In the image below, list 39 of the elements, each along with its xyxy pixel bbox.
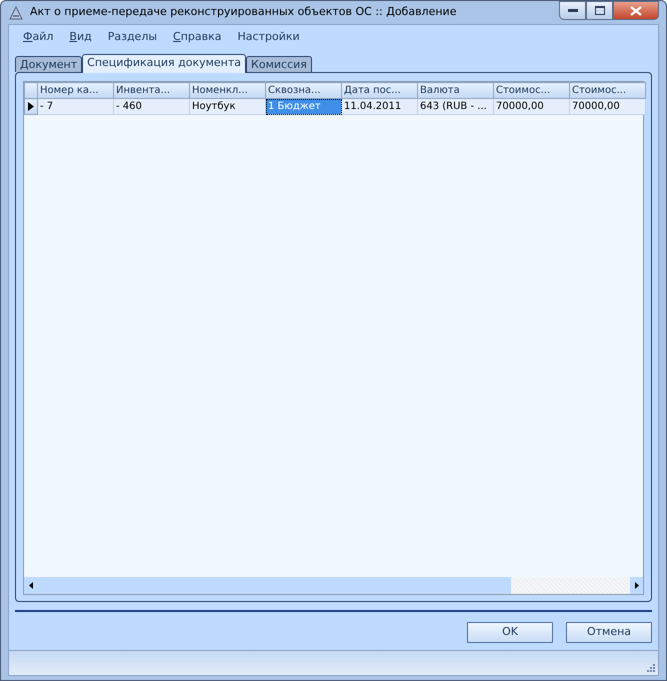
- table-cell: 11.04.2011: [342, 98, 418, 114]
- left-arrow-icon: [28, 582, 32, 589]
- app-icon: [8, 4, 24, 20]
- column-header[interactable]: Номер ка...: [38, 82, 114, 98]
- table-cell: 70000,00: [494, 98, 570, 114]
- maximize-icon: [594, 6, 604, 15]
- column-header[interactable]: Номенкл...: [190, 82, 266, 98]
- menu-item[interactable]: Настройки: [230, 29, 308, 49]
- table-cell: Ноутбук: [190, 98, 266, 114]
- maximize-button[interactable]: [586, 1, 613, 20]
- tab[interactable]: Комиссия: [246, 56, 312, 72]
- tab[interactable]: Документ: [15, 56, 82, 72]
- resize-grip-icon: [646, 663, 655, 672]
- column-header[interactable]: Инвента...: [114, 82, 190, 98]
- row-header[interactable]: [24, 98, 38, 114]
- table-cell: 70000,00: [570, 98, 646, 114]
- table-cell: 643 (RUB - ...: [418, 98, 494, 114]
- row-header-corner: [24, 82, 38, 98]
- column-header[interactable]: Валюта: [418, 82, 494, 98]
- column-header[interactable]: Стоимос...: [570, 82, 646, 98]
- menu-item[interactable]: Файл: [15, 29, 62, 49]
- window-title: Акт о приеме-передаче реконструированных объектов ОС :: Добавление: [30, 4, 456, 20]
- close-icon: [630, 6, 642, 16]
- menu-item[interactable]: Вид: [61, 29, 100, 49]
- column-header[interactable]: Сквозна...: [266, 82, 342, 98]
- close-button[interactable]: [613, 1, 659, 20]
- minimize-icon: [568, 9, 578, 12]
- dialog-button[interactable]: OK: [467, 622, 553, 643]
- column-header[interactable]: Дата пос...: [342, 82, 418, 98]
- tab[interactable]: Спецификация документа: [82, 54, 246, 73]
- column-header[interactable]: Стоимос...: [494, 82, 570, 98]
- table-cell: 1 Бюджет: [266, 98, 342, 114]
- menu-item[interactable]: Разделы: [100, 29, 166, 49]
- table-cell: - 7: [38, 98, 114, 114]
- right-arrow-icon: [634, 582, 638, 589]
- table-cell: - 460: [114, 98, 190, 114]
- dialog-button[interactable]: Отмена: [566, 622, 652, 643]
- menu-item[interactable]: Справка: [165, 29, 230, 49]
- minimize-button[interactable]: [559, 1, 586, 20]
